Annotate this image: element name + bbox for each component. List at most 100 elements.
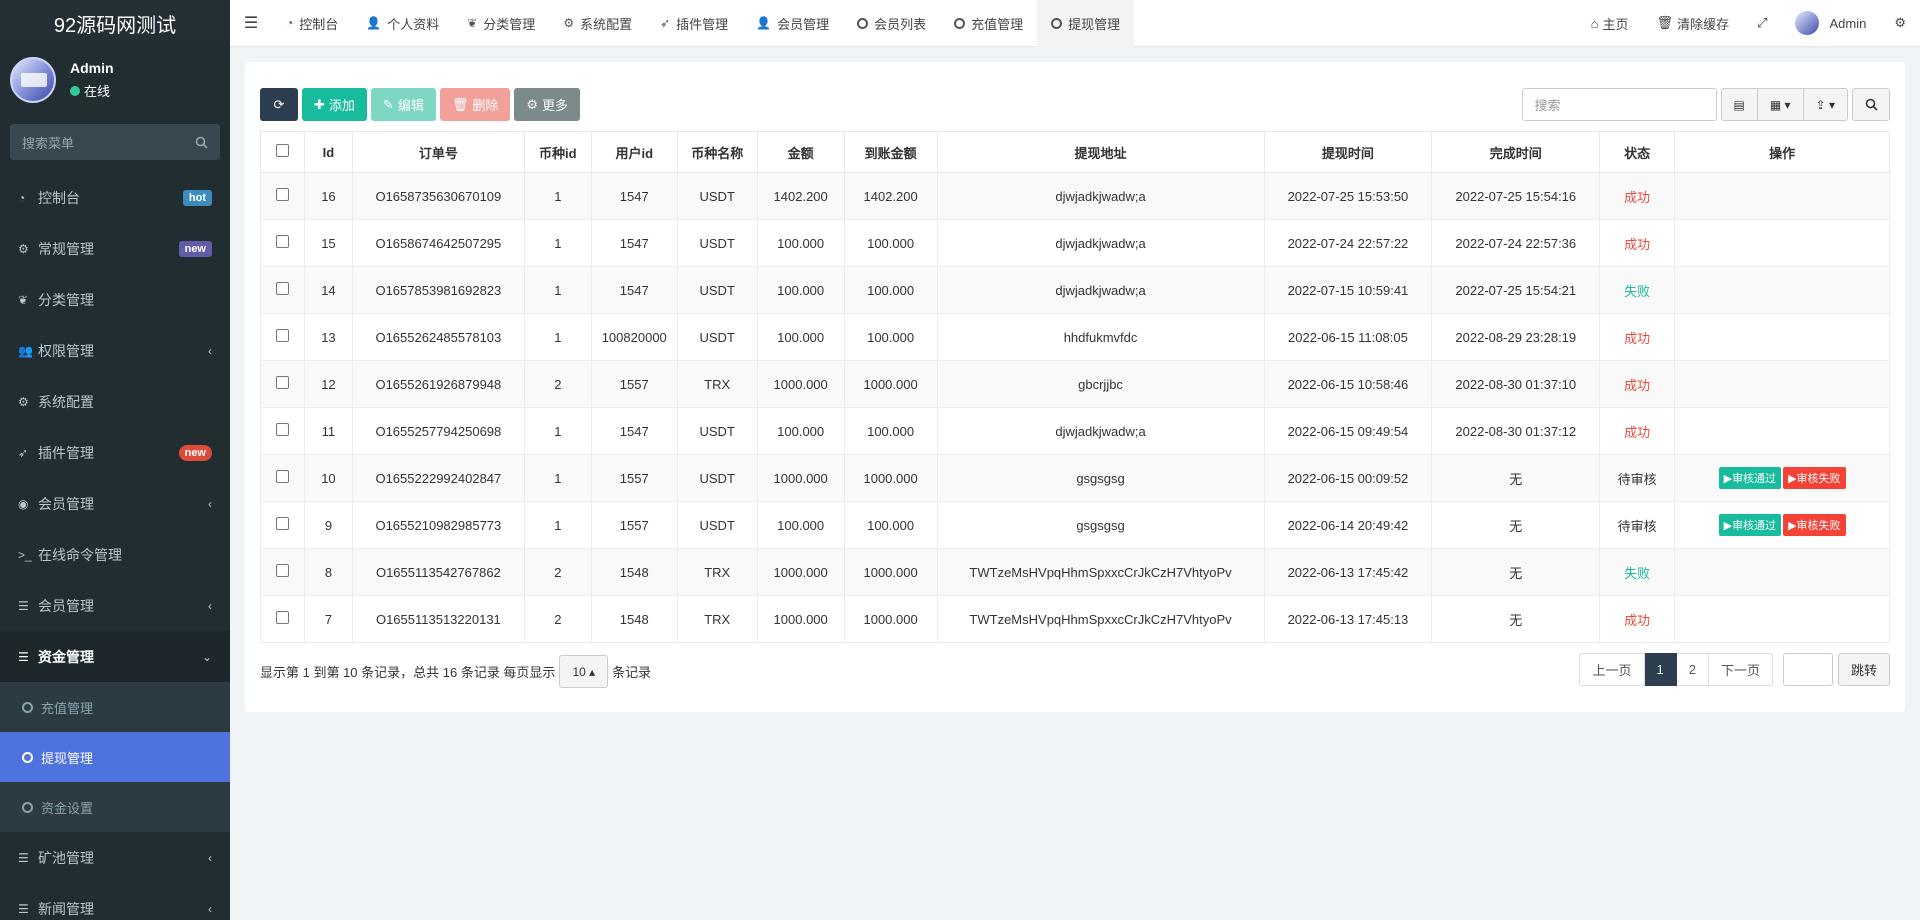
row-checkbox[interactable] — [275, 376, 289, 389]
table-row[interactable]: 16 O1658735630670109 1 1547 USDT 1402.200 1402… — [260, 172, 1890, 220]
edit-button[interactable]: ✎ 编辑 — [370, 88, 436, 121]
cog-icon: ⚙ — [526, 96, 539, 112]
rocket-icon: ➶ — [660, 16, 671, 30]
cell-coin: USDT — [676, 266, 758, 314]
table-row[interactable]: 14 O1657853981692823 1 1547 USDT 100.000 100.0… — [260, 266, 1890, 314]
select-all-checkbox[interactable] — [275, 144, 289, 157]
row-checkbox[interactable] — [275, 423, 289, 436]
nav-tab[interactable]: ➶ 插件管理 — [646, 0, 742, 47]
columns-button[interactable]: ▦ ▾ — [1757, 88, 1804, 121]
table-row[interactable]: 15 O1658674642507295 1 1547 USDT 100.000 100.0… — [260, 219, 1890, 267]
cell-amount: 1000.000 — [756, 548, 845, 596]
sidebar-item[interactable]: ❦ 分类管理 — [0, 274, 230, 325]
sidebar-search-input[interactable]: 搜索菜单 — [10, 124, 220, 160]
prev-page-button[interactable]: 上一页 — [1579, 653, 1645, 686]
status-badge: 成功 — [1599, 219, 1676, 267]
more-button[interactable]: ⚙ 更多 — [514, 88, 581, 121]
sidebar-item[interactable]: >_ 在线命令管理 — [0, 529, 230, 580]
column-header[interactable]: 状态 — [1599, 131, 1676, 173]
column-header[interactable]: 币种名称 — [676, 131, 758, 173]
column-header[interactable]: 操作 — [1674, 131, 1890, 173]
row-checkbox[interactable] — [275, 470, 289, 483]
approve-button[interactable]: ▶审核通过 — [1718, 467, 1782, 489]
row-checkbox[interactable] — [275, 235, 289, 248]
approve-button[interactable]: ▶审核通过 — [1718, 514, 1782, 536]
sidebar-subitem[interactable]: 资金设置 — [0, 782, 230, 832]
cell-actions — [1674, 595, 1890, 643]
sidebar-badge: hot — [182, 189, 212, 206]
search-icon[interactable] — [195, 136, 208, 149]
fullscreen-icon[interactable]: ⤢ — [1743, 15, 1781, 31]
column-header[interactable]: 完成时间 — [1431, 131, 1601, 173]
table-row[interactable]: 8 O1655113542767862 2 1548 TRX 1000.000 1000.0… — [260, 548, 1890, 596]
add-button[interactable]: ✚ 添加 — [302, 88, 367, 121]
cell-order: O1655262485578103 — [351, 313, 525, 361]
admin-menu[interactable]: Admin — [1781, 11, 1880, 35]
sidebar-subitem[interactable]: 提现管理 — [0, 732, 230, 782]
page-2-button[interactable]: 2 — [1676, 653, 1709, 686]
jump-button[interactable]: 跳转 — [1837, 653, 1890, 686]
sidebar-item[interactable]: ⚙ 系统配置 — [0, 376, 230, 427]
sidebar-item[interactable]: ☰ 矿池管理 ‹ — [0, 832, 230, 883]
refresh-button[interactable]: ⟳ — [260, 88, 298, 121]
clear-cache-link[interactable]: 🗑 清除缓存 — [1643, 14, 1744, 33]
nav-tab[interactable]: 👤 个人资料 — [352, 0, 453, 47]
sidebar-item[interactable]: ◉ 会员管理 ‹ — [0, 478, 230, 529]
table-row[interactable]: 12 O1655261926879948 2 1557 TRX 1000.000 1000.… — [260, 360, 1890, 408]
sidebar-subitem-label: 充值管理 — [41, 700, 94, 716]
row-checkbox[interactable] — [275, 329, 289, 342]
table-row[interactable]: 10 O1655222992402847 1 1557 USDT 1000.000 1000… — [260, 454, 1890, 502]
column-header[interactable]: Id — [303, 131, 353, 173]
sidebar-item[interactable]: ◔ 控制台 hot — [0, 172, 230, 223]
column-header[interactable]: 用户id — [590, 131, 678, 173]
row-checkbox[interactable] — [275, 188, 289, 201]
export-button[interactable]: ⇪ ▾ — [1803, 88, 1848, 121]
table-row[interactable]: 13 O1655262485578103 1 100820000 USDT 100.000… — [260, 313, 1890, 361]
row-checkbox[interactable] — [275, 517, 289, 530]
table-row[interactable]: 7 O1655113513220131 2 1548 TRX 1000.000 1000.0… — [260, 595, 1890, 643]
nav-tab[interactable]: 👤 会员管理 — [742, 0, 843, 47]
delete-button[interactable]: 🗑 删除 — [439, 88, 511, 121]
row-checkbox[interactable] — [275, 282, 289, 295]
row-checkbox[interactable] — [275, 611, 289, 624]
nav-tab[interactable]: 提现管理 — [1037, 0, 1135, 47]
nav-tab[interactable]: 会员列表 — [843, 0, 940, 47]
menu-toggle-icon[interactable]: ☰ — [230, 13, 272, 33]
sidebar-item[interactable]: ☰ 会员管理 ‹ — [0, 580, 230, 631]
sidebar-item[interactable]: ☰ 资金管理 ⌄ — [0, 631, 230, 682]
sidebar-item[interactable]: 👥 权限管理 ‹ — [0, 325, 230, 376]
cell-actions — [1674, 407, 1890, 455]
home-link[interactable]: ⌂ 主页 — [1577, 14, 1643, 33]
row-checkbox[interactable] — [275, 564, 289, 577]
search-button[interactable] — [1852, 88, 1890, 121]
nav-tab[interactable]: ❦ 分类管理 — [453, 0, 549, 47]
page-size-select[interactable]: 10 ▴ — [559, 655, 609, 688]
cell-id: 13 — [303, 313, 353, 361]
brand-logo[interactable]: 92源码网测试 — [0, 0, 230, 46]
jump-page-input[interactable] — [1782, 653, 1833, 686]
sidebar-item[interactable]: ⚙ 常规管理 new — [0, 223, 230, 274]
column-header[interactable]: 提现时间 — [1263, 131, 1433, 173]
cell-actions — [1674, 548, 1890, 596]
nav-tab[interactable]: 充值管理 — [940, 0, 1037, 47]
column-header[interactable]: 金额 — [756, 131, 845, 173]
table-search-input[interactable]: 搜索 — [1521, 88, 1717, 121]
table-row[interactable]: 9 O1655210982985773 1 1557 USDT 100.000 100.00… — [260, 501, 1890, 549]
sidebar-item[interactable]: ☰ 新闻管理 ‹ — [0, 883, 230, 920]
nav-tab[interactable]: ◔ 控制台 — [272, 0, 352, 47]
column-header[interactable]: 到账金额 — [843, 131, 938, 173]
user-icon: 👤 — [366, 16, 382, 30]
sidebar-item[interactable]: ➶ 插件管理 new — [0, 427, 230, 478]
nav-tab[interactable]: ⚙ 系统配置 — [549, 0, 646, 47]
column-header[interactable]: 订单号 — [351, 131, 525, 173]
reject-button[interactable]: ▶审核失败 — [1783, 514, 1846, 536]
toggle-view-button[interactable]: ▤ — [1720, 88, 1758, 121]
page-1-button[interactable]: 1 — [1644, 653, 1677, 686]
column-header[interactable]: 提现地址 — [936, 131, 1265, 173]
reject-button[interactable]: ▶审核失败 — [1783, 467, 1846, 489]
settings-icon[interactable]: ⚙ — [1880, 15, 1920, 31]
sidebar-subitem[interactable]: 充值管理 — [0, 682, 230, 732]
next-page-button[interactable]: 下一页 — [1708, 653, 1773, 686]
column-header[interactable]: 币种id — [523, 131, 592, 173]
table-row[interactable]: 11 O1655257794250698 1 1547 USDT 100.000 100.0… — [260, 407, 1890, 455]
